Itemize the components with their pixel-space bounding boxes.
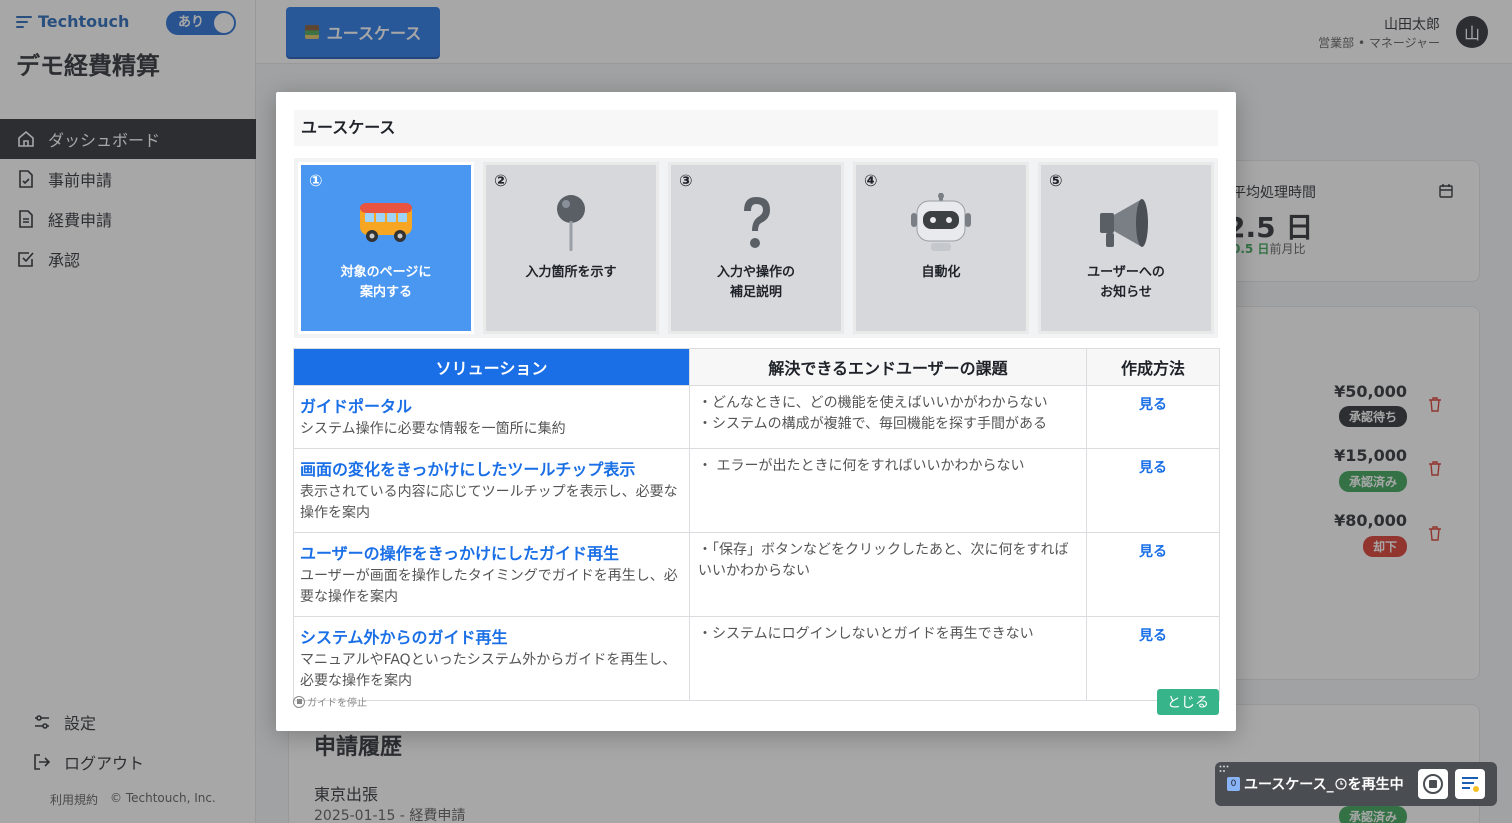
view-link[interactable]: 見る bbox=[1087, 449, 1219, 477]
step-label: 対象のページに 案内する bbox=[340, 265, 432, 300]
table-header-issues: 解決できるエンドユーザーの課題 bbox=[689, 348, 1087, 386]
step-number: ④ bbox=[864, 171, 878, 190]
view-link[interactable]: 見る bbox=[1087, 533, 1219, 561]
solution-desc: 表示されている内容に応じてツールチップを表示し、必要な操作を案内 bbox=[300, 484, 678, 521]
stop-guide-label: ガイドを停止 bbox=[307, 698, 367, 709]
usecase-modal: ユースケース ① 対象のページに 案内する ② 入力箇所を示す ③ 入力や操作の… bbox=[276, 92, 1236, 731]
drag-handle-icon[interactable] bbox=[1219, 765, 1229, 773]
issue-text: ・システムの構成が複雑で、毎回機能を探す手間がある bbox=[698, 416, 1048, 432]
issue-text: ・システムにログインしないとガイドを再生できない bbox=[698, 626, 1034, 642]
step-number: ① bbox=[309, 171, 323, 190]
solution-title[interactable]: ガイドポータル bbox=[294, 386, 689, 417]
solution-title[interactable]: システム外からのガイド再生 bbox=[294, 617, 689, 648]
step-number: ② bbox=[494, 171, 508, 190]
step-guide-to-page[interactable]: ① 対象のページに 案内する bbox=[298, 162, 474, 334]
step-automation[interactable]: ④ 自動化 bbox=[853, 162, 1029, 334]
question-icon bbox=[744, 197, 770, 248]
step-show-input[interactable]: ② 入力箇所を示す bbox=[483, 162, 659, 334]
table-row: ユーザーの操作をきっかけにしたガイド再生 ユーザーが画面を操作したタイミングでガ… bbox=[293, 532, 1220, 617]
step-number: ③ bbox=[679, 171, 693, 190]
table-header-method: 作成方法 bbox=[1086, 348, 1220, 386]
issue-text: ・「保存」ボタンなどをクリックしたあと、次に何をすればいいかわからない bbox=[698, 542, 1069, 579]
table-row: ガイドポータル システム操作に必要な情報を一箇所に集約 ・どんなときに、どの機能… bbox=[293, 385, 1220, 449]
step-label: 入力や操作の 補足説明 bbox=[716, 265, 795, 300]
solution-desc: マニュアルやFAQといったシステム外からガイドを再生し、必要な操作を案内 bbox=[300, 652, 677, 689]
solution-desc: システム操作に必要な情報を一箇所に集約 bbox=[300, 421, 566, 437]
clock-icon bbox=[1335, 778, 1347, 790]
table-row: 画面の変化をきっかけにしたツールチップ表示 表示されている内容に応じてツールチッ… bbox=[293, 448, 1220, 533]
player-label: ユースケース_ bbox=[1244, 777, 1334, 793]
guide-player: 0 ユースケース_ を再生中 bbox=[1215, 762, 1497, 806]
step-label: ユーザーへの お知らせ bbox=[1087, 265, 1165, 300]
issue-text: ・どんなときに、どの機能を使えばいいかがわからない bbox=[698, 395, 1048, 411]
step-supplement[interactable]: ③ 入力や操作の 補足説明 bbox=[668, 162, 844, 334]
stop-guide-link[interactable]: ガイドを停止 bbox=[293, 694, 367, 709]
modal-title: ユースケース bbox=[294, 110, 1218, 146]
table-header-solution: ソリューション bbox=[293, 348, 690, 386]
step-label: 自動化 bbox=[921, 265, 961, 280]
step-notification[interactable]: ⑤ ユーザーへの お知らせ bbox=[1038, 162, 1214, 334]
close-button[interactable]: とじる bbox=[1157, 689, 1219, 715]
guide-list-icon bbox=[1462, 777, 1479, 792]
solution-title[interactable]: ユーザーの操作をきっかけにしたガイド再生 bbox=[294, 533, 689, 564]
stop-circle-icon bbox=[1423, 774, 1443, 794]
player-step-number: 0 bbox=[1227, 777, 1240, 791]
issue-text: ・ エラーが出たときに何をすればいいかわからない bbox=[698, 458, 1025, 474]
player-menu-button[interactable] bbox=[1455, 769, 1485, 799]
step-label: 入力箇所を示す bbox=[525, 265, 617, 280]
usecase-steps: ① 対象のページに 案内する ② 入力箇所を示す ③ 入力や操作の 補足説明 ④… bbox=[294, 158, 1218, 338]
megaphone-icon bbox=[1100, 199, 1148, 247]
pushpin-icon bbox=[557, 195, 585, 251]
solution-title[interactable]: 画面の変化をきっかけにしたツールチップ表示 bbox=[294, 449, 689, 480]
player-stop-button[interactable] bbox=[1418, 769, 1448, 799]
view-link[interactable]: 見る bbox=[1087, 617, 1219, 645]
player-status: を再生中 bbox=[1347, 777, 1404, 793]
robot-icon bbox=[911, 193, 971, 251]
table-row: システム外からのガイド再生 マニュアルやFAQといったシステム外からガイドを再生… bbox=[293, 616, 1220, 701]
view-link[interactable]: 見る bbox=[1087, 386, 1219, 414]
step-number: ⑤ bbox=[1049, 171, 1063, 190]
solution-table: ソリューション 解決できるエンドユーザーの課題 作成方法 ガイドポータル システ… bbox=[293, 348, 1220, 701]
stop-icon bbox=[293, 695, 305, 708]
solution-desc: ユーザーが画面を操作したタイミングでガイドを再生し、必要な操作を案内 bbox=[300, 568, 678, 605]
bus-icon bbox=[360, 203, 412, 242]
